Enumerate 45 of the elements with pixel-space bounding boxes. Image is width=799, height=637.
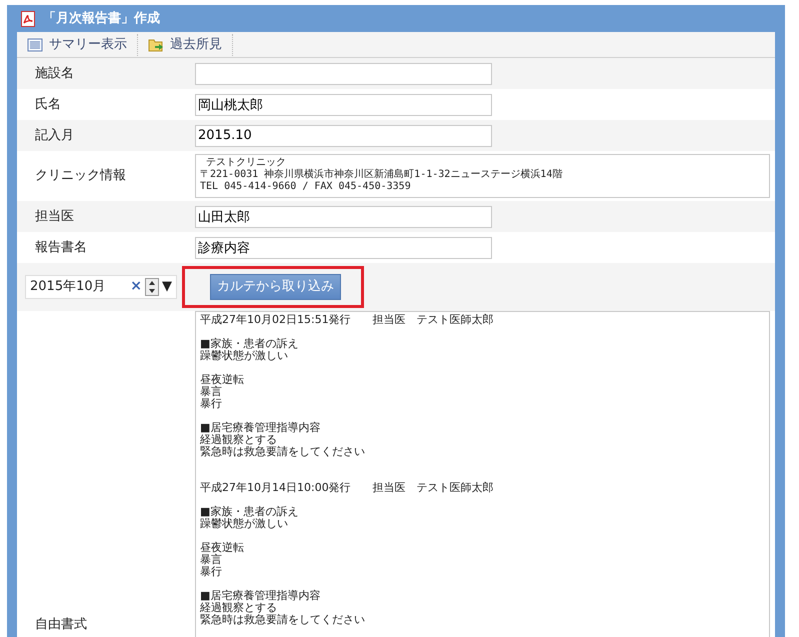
text-line: 緊急時は救急要請をしてください bbox=[200, 446, 365, 458]
field-label: 報告書名 bbox=[34, 238, 88, 257]
toolbar-button[interactable]: 過去所見 bbox=[138, 34, 233, 56]
text-field[interactable]: 診療内容 bbox=[195, 236, 492, 258]
month-picker[interactable]: 2015年10月 × ▼ bbox=[25, 274, 177, 299]
window-title: 「月次報告書」作成 bbox=[43, 10, 160, 28]
text-line: ■家族・患者の訴え bbox=[200, 338, 298, 350]
text-line: 躁鬱状態が激しい bbox=[200, 518, 288, 530]
field-label: 氏名 bbox=[34, 96, 62, 114]
text-line: ■家族・患者の訴え bbox=[200, 506, 298, 518]
list-icon bbox=[27, 36, 43, 52]
field-label: 記入月 bbox=[34, 126, 75, 145]
text-line: ■居宅療養管理指導内容 bbox=[200, 590, 320, 602]
text-line: 暴言 bbox=[200, 386, 222, 398]
text-line: 昼夜逆転 bbox=[200, 374, 244, 386]
text-line: ■居宅療養管理指導内容 bbox=[200, 422, 320, 434]
text-line: 平成27年10月14日10:00発行 担当医 テスト医師太郎 bbox=[200, 482, 494, 494]
text-line: 〒221-0031 神奈川県横浜市神奈川区新浦島町1-1-32ニューステージ横浜14階 bbox=[200, 169, 562, 181]
text-field[interactable]: 岡山桃太郎 bbox=[195, 94, 492, 116]
text-line: 平成27年10月02日15:51発行 担当医 テスト医師太郎 bbox=[200, 314, 494, 326]
text-line: 昼夜逆転 bbox=[200, 542, 244, 554]
text-line: 経過観察とする bbox=[200, 602, 277, 614]
spinner-icon[interactable] bbox=[145, 278, 159, 296]
text-line: 経過観察とする bbox=[200, 434, 277, 446]
text-field[interactable]: 2015.10 bbox=[195, 124, 492, 146]
field-label: 担当医 bbox=[34, 208, 75, 226]
text-field[interactable] bbox=[195, 62, 492, 84]
text-line: 緊急時は救急要請をしてください bbox=[200, 614, 365, 626]
text-area-field[interactable]: テストクリニック 〒221-0031 神奈川県横浜市神奈川区新浦島町1-1-32ニューステージ横浜14階 TEL 045-414-9660 / FAX 045-450-3359 bbox=[195, 154, 770, 198]
text-line: 暴言 bbox=[200, 554, 222, 566]
free-text-field[interactable]: 平成27年10月02日15:51発行 担当医 テスト医師太郎 ■家族・患者の訴え 躁鬱状態が激しい 昼夜逆転 暴言 暴行 ■居宅療養管理指導内容 経過観察とする 緊急時は救急要請をしてください 平成27年10月14日10:00発行 担当医 テスト医師太郎 ■家族・患者の訴え 躁鬱状態が激しい 昼夜逆転 暴言 暴行 ■居宅療養管理指導内容 経過観察とする 緊急時は救急要請をしてください bbox=[195, 310, 770, 637]
field-label: 施設名 bbox=[34, 64, 75, 83]
pdf-icon bbox=[21, 10, 35, 26]
text-line: TEL 045-414-9660 / FAX 045-450-3359 bbox=[200, 181, 411, 193]
text-field[interactable]: 山田太郎 bbox=[195, 206, 492, 228]
field-label: クリニック情報 bbox=[34, 167, 127, 186]
field-label: 自由書式 bbox=[34, 616, 88, 634]
folder-arrow-icon bbox=[148, 36, 164, 52]
text-line: テストクリニック bbox=[205, 157, 286, 168]
text-line: 暴行 bbox=[200, 566, 222, 578]
text-line: 躁鬱状態が激しい bbox=[200, 350, 288, 362]
dropdown-arrow[interactable]: ▼ bbox=[162, 277, 172, 296]
clear-button[interactable]: × bbox=[130, 276, 142, 298]
toolbar-button[interactable]: サマリー表示 bbox=[17, 34, 138, 56]
text-line: 暴行 bbox=[200, 398, 222, 410]
